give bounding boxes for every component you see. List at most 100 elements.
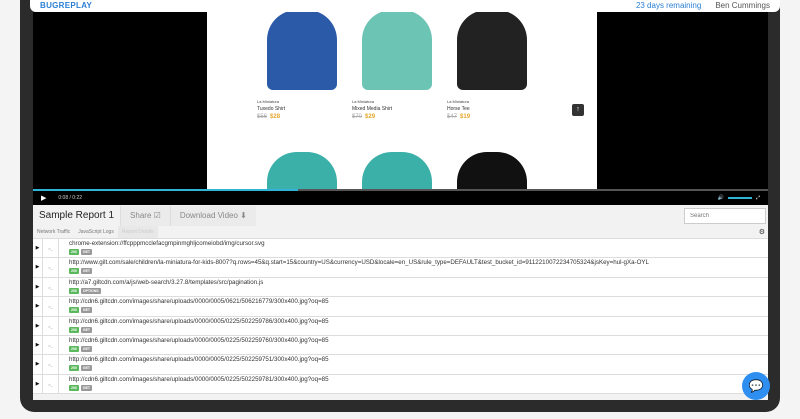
- tab-report-details[interactable]: Report Details: [117, 226, 158, 238]
- volume-icon[interactable]: 🔊: [718, 195, 724, 201]
- product-brand: La Miniatura: [352, 99, 375, 104]
- terminal-icon: >_: [43, 239, 59, 258]
- play-button[interactable]: ▶: [41, 194, 46, 202]
- expand-arrow-icon[interactable]: ▶: [33, 258, 43, 277]
- user-menu[interactable]: Ben Cummings: [715, 0, 770, 12]
- method-badge: GET: [80, 307, 93, 314]
- download-icon: ⬇: [240, 211, 247, 220]
- status-badge: 200: [69, 287, 79, 294]
- expand-arrow-icon[interactable]: ▶: [33, 297, 43, 316]
- product-card[interactable]: La Miniatura Mixed Media Shirt $70 $29: [352, 12, 442, 120]
- request-url: http://a7.giltcdn.com/a/js/web-search/3.…: [69, 278, 264, 286]
- request-url: http://cdn6.giltcdn.com/images/share/upl…: [69, 298, 329, 306]
- product-card[interactable]: La Miniatura Horse Tee $47 $19: [447, 12, 537, 120]
- request-row[interactable]: ▶ >_ http://cdn6.giltcdn.com/images/share…: [33, 297, 768, 317]
- request-url: http://cdn6.giltcdn.com/images/share/upl…: [69, 317, 329, 325]
- method-badge: GET: [80, 345, 93, 352]
- product-card[interactable]: [352, 152, 442, 189]
- method-badge: GET: [80, 249, 93, 255]
- expand-arrow-icon[interactable]: ▶: [33, 335, 43, 355]
- logo: BUGREPLAY: [40, 1, 93, 10]
- recorded-page: La Miniatura Tuxedo Shirt $56 $28 La Mini…: [207, 12, 597, 189]
- volume-slider[interactable]: [727, 197, 752, 199]
- chat-icon: 💬: [748, 379, 764, 393]
- status-badge: 200: [69, 384, 79, 391]
- product-card[interactable]: [257, 152, 347, 189]
- current-time: 0:08: [58, 195, 69, 201]
- method-badge: GET: [80, 365, 93, 372]
- request-row[interactable]: ▶ >_ http://cdn6.giltcdn.com/images/share…: [33, 316, 768, 336]
- expand-arrow-icon[interactable]: ▶: [33, 355, 43, 374]
- duration: 0:22: [72, 195, 83, 201]
- search-input[interactable]: [684, 207, 766, 224]
- old-price: $47: [447, 114, 458, 120]
- request-url: http://www.gilt.com/sale/children/la-min…: [69, 259, 649, 267]
- request-row[interactable]: ▶ >_ http://a7.giltcdn.com/a/js/web-searc…: [33, 277, 768, 298]
- sale-price: $29: [365, 114, 376, 120]
- terminal-icon: >_: [43, 258, 59, 277]
- trial-remaining[interactable]: 23 days remaining: [636, 0, 701, 12]
- status-badge: 200: [69, 365, 79, 372]
- tab-network-traffic[interactable]: Network Traffic: [33, 226, 74, 238]
- video-player[interactable]: La Miniatura Tuxedo Shirt $56 $28 La Mini…: [33, 12, 768, 189]
- expand-arrow-icon[interactable]: ▶: [33, 374, 43, 394]
- product-card[interactable]: [447, 152, 537, 189]
- terminal-icon: >_: [43, 374, 59, 394]
- request-row[interactable]: ▶ >_ http://cdn6.giltcdn.com/images/share…: [33, 355, 768, 375]
- video-controls: ▶ 0:08 / 0:22 🔊 ⤢: [33, 191, 768, 205]
- request-url: http://cdn6.giltcdn.com/images/share/upl…: [69, 336, 329, 344]
- share-label: Share: [130, 211, 152, 220]
- request-row[interactable]: ▶ >_ http://cdn6.giltcdn.com/images/share…: [33, 335, 768, 356]
- method-badge: GET: [80, 326, 93, 333]
- product-image: [457, 12, 527, 90]
- request-row[interactable]: ▶ >_ http://cdn6.giltcdn.com/images/share…: [33, 374, 768, 395]
- terminal-icon: >_: [43, 335, 59, 355]
- share-button[interactable]: Share ☑: [120, 205, 170, 226]
- product-name: Horse Tee: [447, 106, 470, 112]
- download-video-button[interactable]: Download Video ⬇: [169, 205, 256, 226]
- product-brand: La Miniatura: [257, 99, 280, 104]
- request-url: http://cdn6.giltcdn.com/images/share/upl…: [69, 356, 329, 364]
- product-brand: La Miniatura: [447, 99, 470, 104]
- product-image: [362, 152, 432, 189]
- method-badge: GET: [80, 384, 93, 391]
- status-badge: 200: [69, 268, 79, 275]
- request-row[interactable]: ▶ >_ http://www.gilt.com/sale/children/la…: [33, 258, 768, 278]
- fullscreen-icon[interactable]: ⤢: [756, 195, 760, 201]
- status-badge: 200: [69, 326, 79, 333]
- tab-javascript-logs[interactable]: JavaScript Logs: [74, 226, 118, 238]
- terminal-icon: >_: [43, 316, 59, 335]
- expand-arrow-icon[interactable]: ▶: [33, 277, 43, 297]
- status-badge: 200: [69, 249, 79, 255]
- expand-arrow-icon[interactable]: ▶: [33, 316, 43, 335]
- sale-price: $19: [460, 114, 471, 120]
- report-panel: Sample Report 1 Share ☑ Download Video ⬇…: [33, 205, 768, 400]
- expand-arrow-icon[interactable]: ▶: [33, 239, 43, 258]
- product-name: Mixed Media Shirt: [352, 106, 393, 112]
- terminal-icon: >_: [43, 355, 59, 374]
- network-request-list: ▶ >_ chrome-extension://ffcpppmcclefacgmp…: [33, 238, 768, 395]
- status-badge: 200: [69, 345, 79, 352]
- scroll-top-button[interactable]: ↑: [572, 104, 584, 116]
- old-price: $56: [257, 114, 268, 120]
- top-bar: BUGREPLAY 23 days remaining Ben Cummings: [30, 0, 780, 12]
- terminal-icon: >_: [43, 277, 59, 297]
- sale-price: $28: [270, 114, 281, 120]
- product-image: [267, 152, 337, 189]
- product-image: [267, 12, 337, 90]
- product-image: [362, 12, 432, 90]
- terminal-icon: >_: [43, 297, 59, 316]
- product-name: Tuxedo Shirt: [257, 106, 286, 112]
- gear-icon[interactable]: ⚙: [759, 228, 765, 236]
- product-card[interactable]: La Miniatura Tuxedo Shirt $56 $28: [257, 12, 347, 120]
- request-row[interactable]: ▶ >_ chrome-extension://ffcpppmcclefacgmp…: [33, 239, 768, 259]
- download-label: Download Video: [179, 211, 238, 220]
- status-badge: 200: [69, 307, 79, 314]
- chat-button[interactable]: 💬: [742, 372, 770, 400]
- request-url: http://cdn6.giltcdn.com/images/share/upl…: [69, 375, 329, 383]
- product-image: [457, 152, 527, 189]
- method-badge: OPTIONS: [80, 287, 101, 294]
- report-title: Sample Report 1: [39, 210, 115, 221]
- old-price: $70: [352, 114, 363, 120]
- method-badge: GET: [80, 268, 93, 275]
